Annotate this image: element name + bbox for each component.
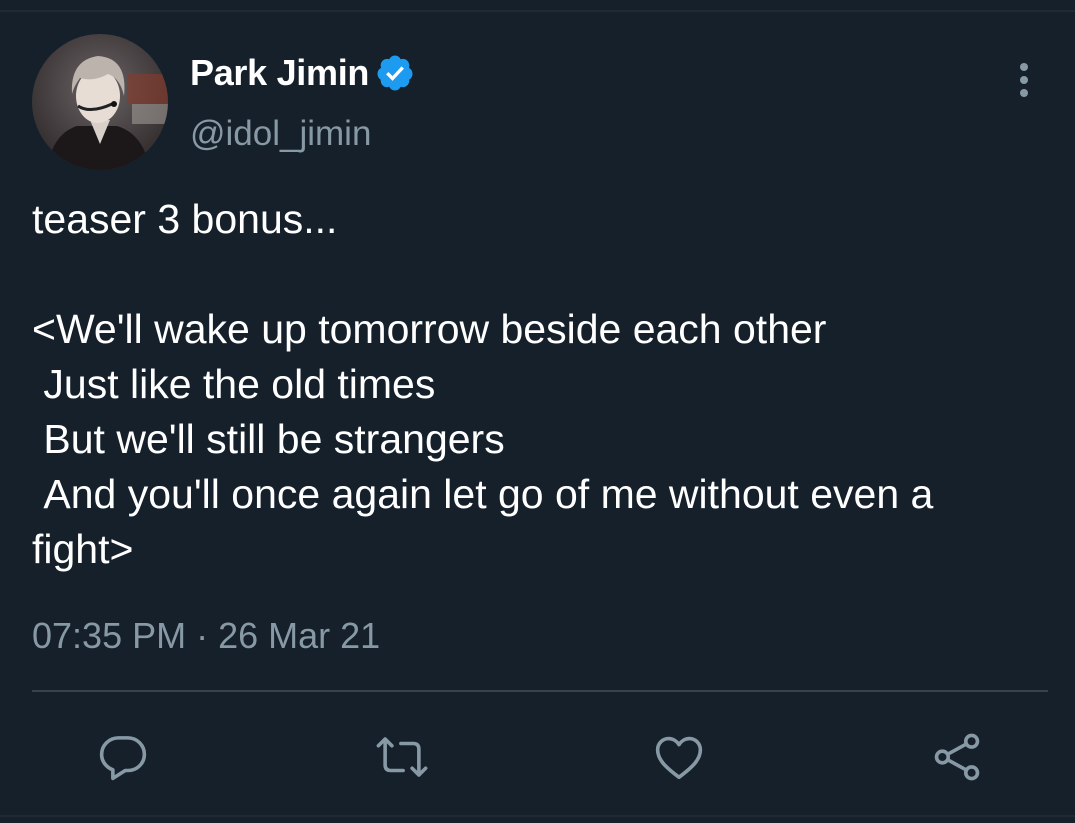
avatar-photo — [32, 34, 168, 170]
like-button[interactable] — [652, 730, 706, 784]
reply-button[interactable] — [96, 730, 150, 784]
verified-badge-icon — [377, 55, 413, 91]
user-name-row[interactable]: Park Jimin — [190, 50, 415, 96]
top-divider — [0, 10, 1075, 12]
reply-icon — [99, 736, 147, 781]
actions-divider — [32, 690, 1048, 692]
display-name[interactable]: Park Jimin — [190, 52, 369, 94]
more-options-icon[interactable] — [1011, 60, 1037, 100]
share-button[interactable] — [930, 730, 984, 784]
like-icon — [655, 736, 703, 780]
bottom-divider — [0, 815, 1075, 817]
retweet-icon — [376, 737, 428, 777]
tweet-text: teaser 3 bonus... <We'll wake up tomorro… — [32, 196, 934, 572]
share-icon — [934, 733, 980, 781]
retweet-button[interactable] — [375, 730, 429, 784]
tweet-timestamp[interactable]: 07:35 PM · 26 Mar 21 — [32, 615, 380, 657]
avatar[interactable] — [32, 34, 168, 170]
user-handle[interactable]: @idol_jimin — [190, 114, 371, 154]
